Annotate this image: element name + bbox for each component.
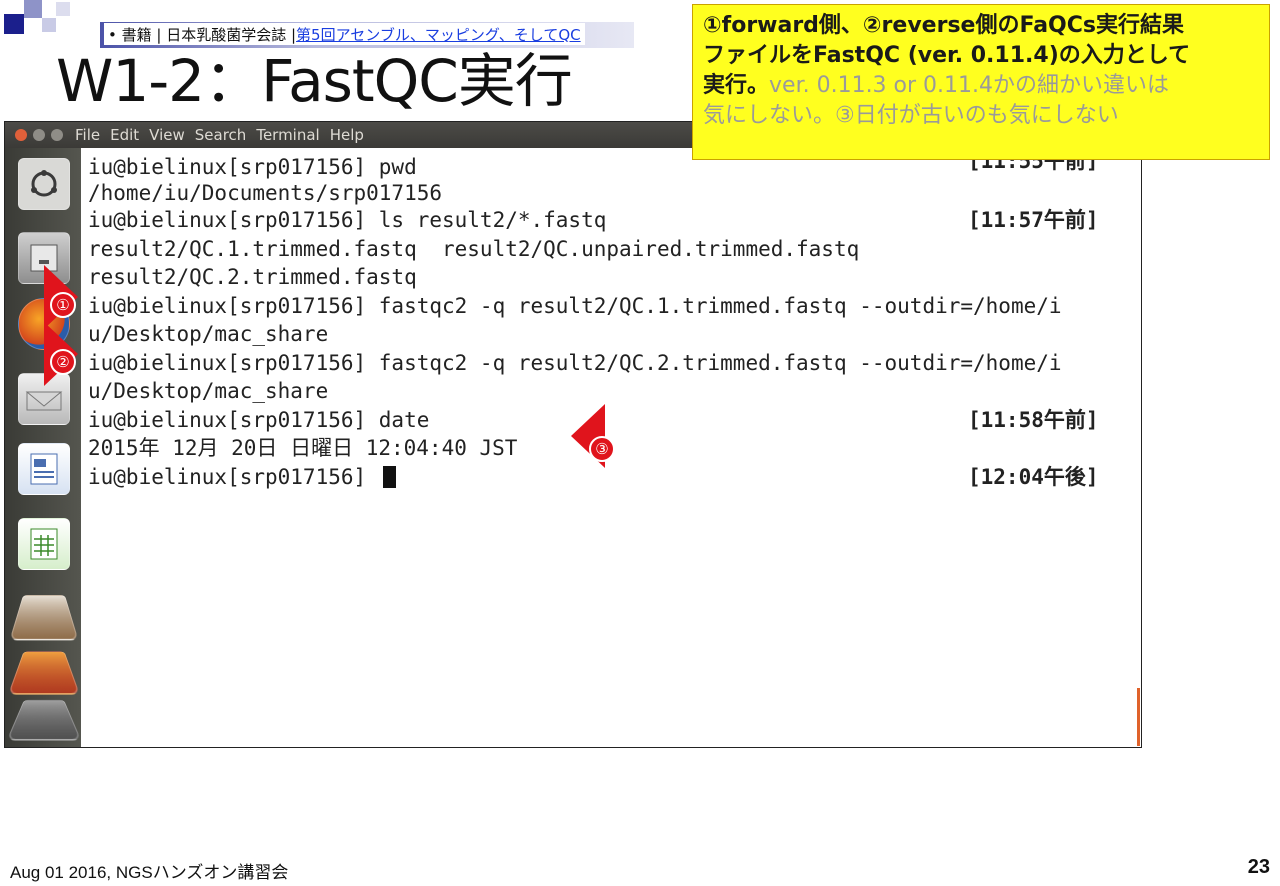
terminal-line: iu@bielinux[srp017156] pwd (88, 155, 417, 179)
software-center-icon[interactable] (7, 651, 81, 695)
impress-icon[interactable] (9, 594, 79, 641)
callout-number-3: ③ (589, 436, 615, 462)
slide-title: W1-2：FastQC実行 (56, 47, 573, 115)
note-line: 気にしない。③日付が古いのも気にしない (703, 103, 1119, 128)
writer-icon[interactable] (18, 443, 70, 495)
terminal-line: iu@bielinux[srp017156] ls result2/*.fast… (88, 208, 607, 232)
minimize-icon[interactable] (33, 129, 45, 141)
menu-edit[interactable]: Edit (110, 126, 139, 144)
maximize-icon[interactable] (51, 129, 63, 141)
terminal-titlebar: File Edit View Search Terminal Help (5, 122, 695, 148)
menu-terminal[interactable]: Terminal (256, 126, 319, 144)
note-text: 実行。 (703, 73, 770, 98)
terminal-menu: File Edit View Search Terminal Help (75, 126, 374, 144)
page-number: 23 (1247, 856, 1270, 878)
terminal-line: 2015年 12月 20日 日曜日 12:04:40 JST (88, 436, 518, 460)
terminal-cursor (382, 466, 396, 488)
terminal-scrollbar[interactable] (1137, 688, 1140, 746)
terminal-line: result2/QC.1.trimmed.fastq result2/QC.un… (88, 237, 860, 261)
breadcrumb-link[interactable]: 第5回アセンブル、マッピング、そしてQC (296, 24, 581, 45)
note-faint-text: ver. 0.11.3 or 0.11.4かの細かい違いは (769, 73, 1170, 98)
timestamp: [11:57午前] (968, 208, 1099, 232)
timestamp: [11:58午前] (968, 408, 1099, 432)
calc-icon[interactable] (18, 518, 70, 570)
terminal-line: u/Desktop/mac_share (88, 322, 329, 346)
decor-square (56, 2, 70, 16)
menu-file[interactable]: File (75, 126, 100, 144)
decor-square (4, 14, 24, 34)
timestamp: [12:04午後] (968, 465, 1099, 489)
breadcrumb: • 書籍 | 日本乳酸菌学会誌 | 第5回アセンブル、マッピング、そしてQC (104, 23, 585, 45)
decor-square (42, 18, 56, 32)
note-line: 実行。ver. 0.11.3 or 0.11.4かの細かい違いは (703, 71, 1259, 101)
terminal-prompt: iu@bielinux[srp017156] (88, 464, 396, 490)
terminal-line: /home/iu/Documents/srp017156 (88, 181, 443, 205)
terminal-line: iu@bielinux[srp017156] fastqc2 -q result… (88, 294, 1062, 318)
unity-launcher (5, 148, 82, 747)
terminal-line: result2/QC.2.trimmed.fastq (88, 265, 417, 289)
menu-help[interactable]: Help (330, 126, 364, 144)
menu-view[interactable]: View (149, 126, 185, 144)
dash-icon[interactable] (18, 158, 70, 210)
breadcrumb-book: • 書籍 | 日本乳酸菌学会誌 | (108, 25, 297, 44)
note-line: ①forward側、②reverse側のFaQCs実行結果 (703, 13, 1184, 38)
decor-square (24, 0, 42, 18)
prompt-text: iu@bielinux[srp017156] (88, 465, 379, 489)
callout-number-1: ① (50, 292, 76, 318)
callout-number-2: ② (50, 349, 76, 375)
terminal-line: iu@bielinux[srp017156] fastqc2 -q result… (88, 351, 1062, 375)
note-line: ファイルをFastQC (ver. 0.11.4)の入力として (703, 43, 1191, 68)
terminal-line: iu@bielinux[srp017156] date (88, 408, 430, 432)
settings-icon[interactable] (6, 699, 82, 741)
close-icon[interactable] (15, 129, 27, 141)
menu-search[interactable]: Search (195, 126, 247, 144)
terminal-line: u/Desktop/mac_share (88, 379, 329, 403)
annotation-note: ①forward側、②reverse側のFaQCs実行結果 ファイルをFastQ… (692, 4, 1270, 160)
footer-event: Aug 01 2016, NGSハンズオン講習会 (10, 863, 289, 882)
